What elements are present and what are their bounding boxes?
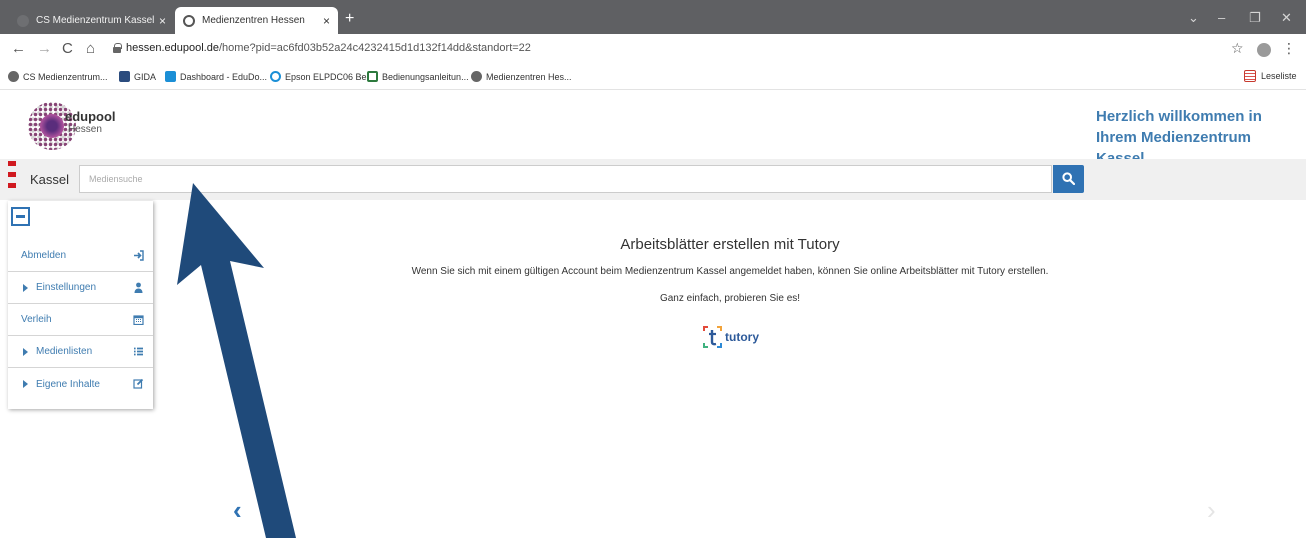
browser-tab-bar: CS Medienzentrum Kassel × Medienzentren … — [0, 0, 1306, 34]
edit-icon — [133, 378, 144, 389]
main-subtitle: Ganz einfach, probieren Sie es! — [659, 293, 801, 304]
restore-button[interactable]: ❐ — [1249, 10, 1261, 26]
reload-button[interactable]: C — [62, 40, 73, 57]
url-path: /home?pid=ac6fd03b52a24c4232415d1d132f14… — [218, 42, 531, 54]
tutory-wordmark: tutory — [725, 330, 759, 344]
tab-close-icon[interactable]: × — [323, 14, 330, 28]
url-field[interactable]: hessen.edupool.de/home?pid=ac6fd03b52a24… — [126, 42, 531, 54]
tab-title: Medienzentren Hessen — [202, 15, 305, 26]
sidebar-item-eigene-inhalte[interactable]: Eigene Inhalte — [8, 368, 153, 400]
sidebar-item-abmelden[interactable]: Abmelden — [8, 240, 153, 272]
bookmark-label: GIDA — [134, 71, 157, 82]
sidebar-item-label: Einstellungen — [36, 282, 97, 293]
bookmark-item[interactable]: Bedienungsanleitun... — [367, 71, 469, 82]
caret-right-icon — [23, 283, 28, 292]
globe-icon — [471, 71, 482, 82]
sidebar-item-label: Verleih — [21, 314, 52, 325]
browser-tab-cs-medienzentrum[interactable]: CS Medienzentrum Kassel × — [9, 7, 174, 34]
sidebar-collapse-button[interactable] — [11, 207, 30, 226]
tab-favicon-icon — [17, 14, 29, 27]
bookmark-star-icon[interactable]: ☆ — [1231, 40, 1244, 57]
browser-tab-medienzentren-hessen[interactable]: Medienzentren Hessen × — [175, 7, 338, 34]
url-host: hessen.edupool.de — [126, 42, 219, 54]
sidebar-item-medienlisten[interactable]: Medienlisten — [8, 336, 153, 368]
globe-icon — [8, 71, 19, 82]
search-doc-icon — [367, 71, 378, 82]
main-description: Wenn Sie sich mit einem gültigen Account… — [411, 266, 1049, 277]
forward-button[interactable]: → — [37, 40, 52, 57]
bookmark-item[interactable]: Medienzentren Hes... — [471, 71, 572, 82]
logo-subtitle: Hessen — [68, 124, 102, 135]
bookmark-item[interactable]: CS Medienzentrum... — [8, 71, 108, 82]
epson-icon — [270, 71, 281, 82]
reading-list-icon — [1244, 70, 1256, 82]
bookmarks-bar: CS Medienzentrum... GIDA Dashboard - Edu… — [0, 64, 1306, 90]
site-label: Kassel — [30, 172, 70, 187]
gida-icon — [119, 71, 130, 82]
main-title: Arbeitsblätter erstellen mit Tutory — [620, 236, 840, 253]
bookmark-item[interactable]: Epson ELPDC06 Be... — [270, 71, 374, 82]
reading-list-label: Leseliste — [1261, 71, 1297, 81]
search-input[interactable] — [79, 165, 1052, 193]
tab-search-chevron-icon[interactable]: ⌄ — [1188, 10, 1199, 26]
bookmark-item[interactable]: GIDA — [119, 71, 156, 82]
list-icon — [134, 347, 143, 356]
minimize-button[interactable]: – — [1218, 10, 1225, 25]
tab-close-icon[interactable]: × — [159, 14, 166, 28]
browser-menu-icon[interactable]: ⋮ — [1282, 40, 1296, 57]
edudoc-icon — [165, 71, 176, 82]
bookmark-label: Bedienungsanleitun... — [382, 71, 469, 82]
caret-right-icon — [23, 380, 28, 388]
new-tab-button[interactable]: + — [345, 10, 354, 28]
sidebar-item-label: Abmelden — [21, 250, 67, 261]
reading-list-button[interactable]: Leseliste — [1244, 70, 1297, 82]
bookmark-label: Medienzentren Hes... — [486, 71, 572, 82]
sign-in-icon — [134, 250, 144, 261]
logo-name: edupool — [65, 109, 116, 124]
home-button[interactable]: ⌂ — [86, 40, 95, 57]
caret-right-icon — [23, 347, 28, 356]
bookmark-label: Epson ELPDC06 Be... — [285, 71, 375, 82]
sidebar-item-label: Eigene Inhalte — [36, 378, 100, 390]
user-icon — [134, 282, 143, 293]
sidebar-item-verleih[interactable]: Verleih — [8, 304, 153, 336]
tutory-logo[interactable]: tutory — [703, 326, 763, 350]
search-button[interactable] — [1053, 165, 1084, 193]
bookmark-label: Dashboard - EduDo... — [180, 71, 268, 82]
bookmark-item[interactable]: Dashboard - EduDo... — [165, 71, 267, 82]
calendar-icon — [133, 315, 144, 325]
tab-favicon-globe-icon — [183, 14, 195, 27]
carousel-prev-button[interactable]: ‹ — [233, 495, 242, 526]
edupool-logo[interactable]: edupool Hessen — [28, 98, 123, 150]
close-window-button[interactable]: ✕ — [1281, 10, 1292, 26]
profile-avatar-icon[interactable] — [1257, 43, 1271, 57]
search-bar: Kassel — [0, 159, 1306, 200]
brand-mark — [8, 172, 16, 177]
sidebar-item-label: Medienlisten — [36, 346, 93, 357]
tab-title: CS Medienzentrum Kassel — [36, 15, 155, 26]
carousel-next-button[interactable]: › — [1207, 495, 1216, 526]
tutory-mark-icon — [703, 326, 722, 348]
back-button[interactable]: ← — [11, 40, 26, 57]
bookmark-label: CS Medienzentrum... — [23, 71, 108, 82]
lock-icon[interactable] — [113, 43, 122, 53]
annotation-arrow-icon — [177, 183, 296, 538]
search-icon — [1062, 172, 1075, 185]
logo-core-icon — [40, 114, 64, 138]
brand-mark — [8, 161, 16, 166]
sidebar-item-einstellungen[interactable]: Einstellungen — [8, 272, 153, 304]
sidebar-menu: Abmelden Einstellungen Verleih Medienlis… — [8, 201, 153, 409]
brand-mark — [8, 183, 16, 188]
browser-address-bar: ← → C ⌂ hessen.edupool.de/home?pid=ac6fd… — [0, 34, 1306, 64]
